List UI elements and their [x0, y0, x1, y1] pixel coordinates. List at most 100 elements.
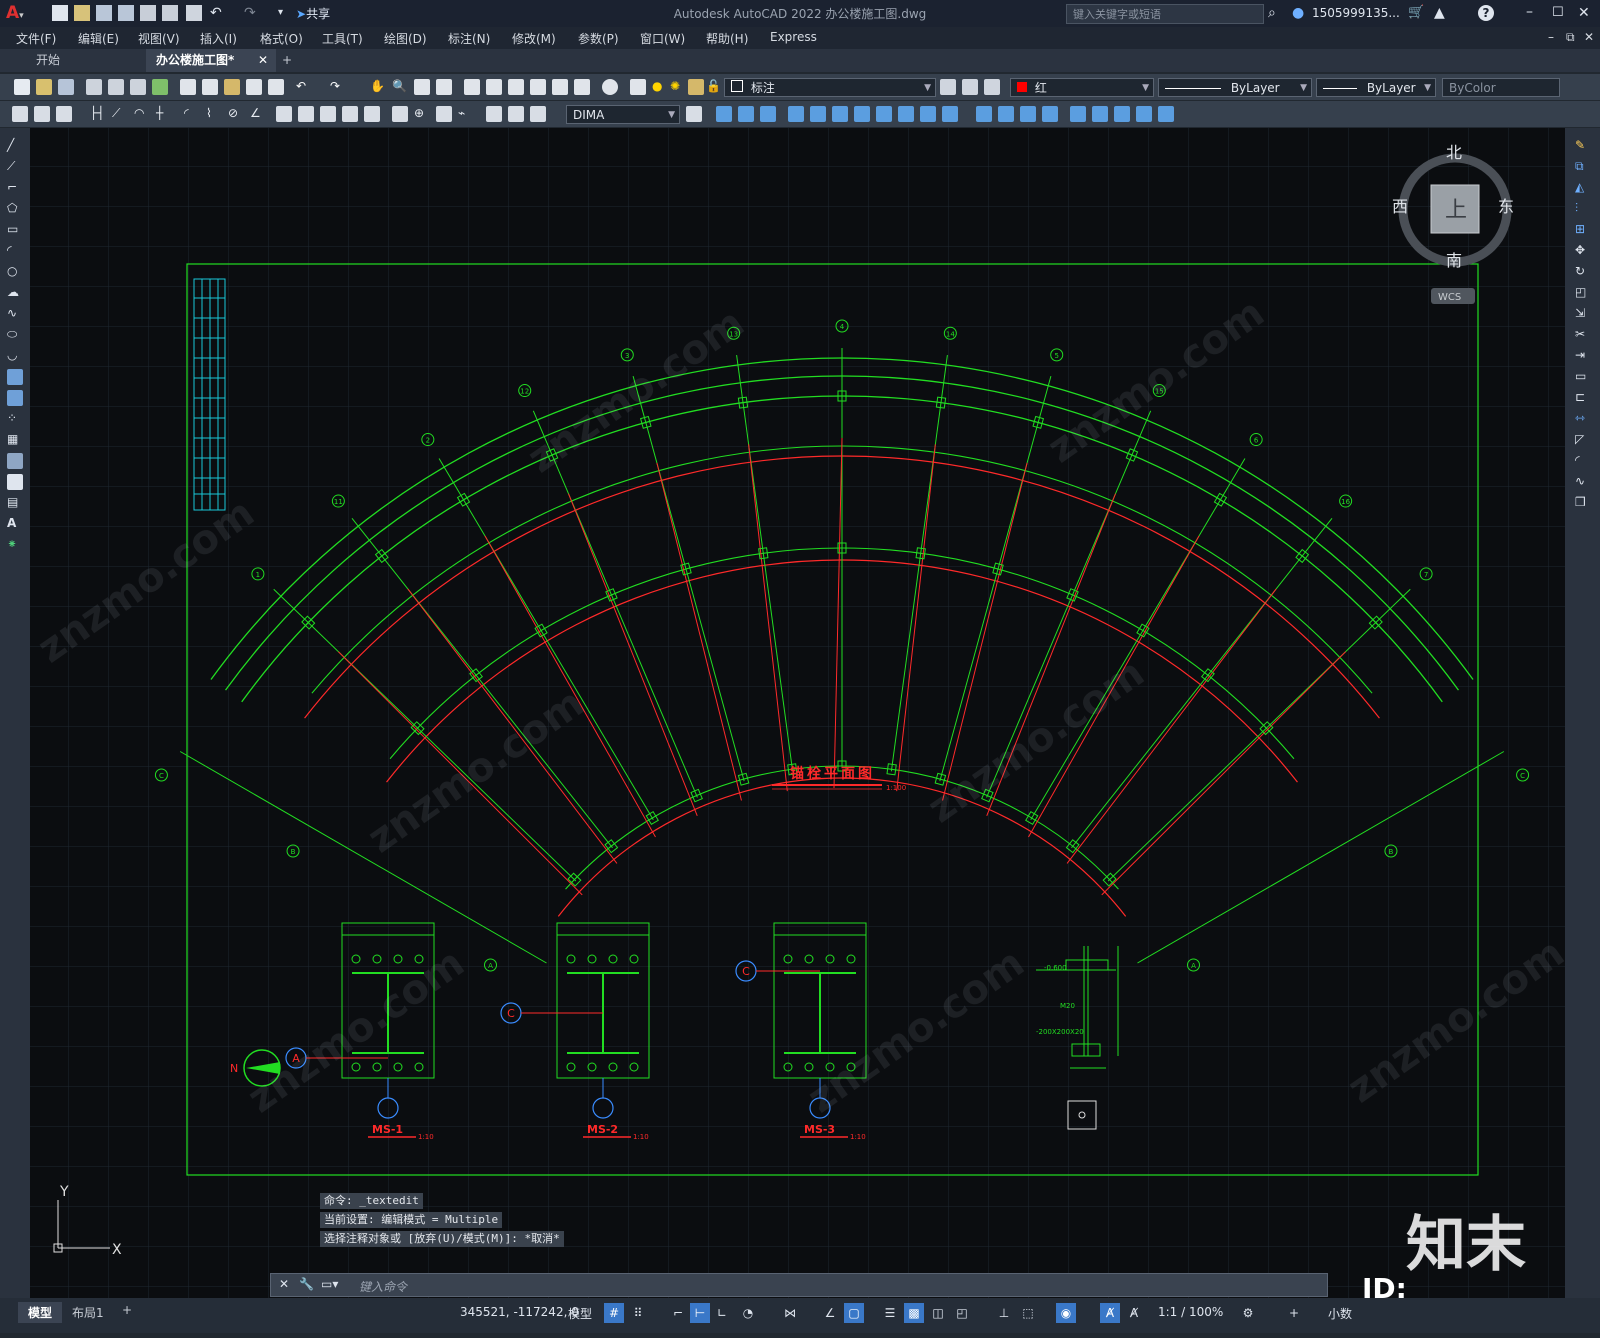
modify-icon-17[interactable] [1092, 106, 1108, 122]
dim-edit-icon[interactable] [486, 106, 502, 122]
modify-icon-2[interactable] [738, 106, 754, 122]
modify-icon-19[interactable] [1136, 106, 1152, 122]
menu-format[interactable]: 格式(O) [260, 30, 303, 47]
rotate-icon[interactable]: ↻ [1575, 264, 1591, 280]
menu-file[interactable]: 文件(F) [16, 30, 56, 47]
dimstyle-combo[interactable]: DIMA ▼ [566, 105, 680, 124]
modify-icon-7[interactable] [854, 106, 870, 122]
open-icon[interactable] [36, 79, 52, 95]
model-space-button[interactable]: 模型 [568, 1305, 592, 1322]
zoom-realtime-icon[interactable]: 🔍 [392, 79, 408, 95]
modify-icon-18[interactable] [1114, 106, 1130, 122]
scale-icon[interactable]: ◰ [1575, 285, 1591, 301]
tab-close-icon[interactable]: ✕ [258, 49, 268, 72]
save-icon[interactable] [58, 79, 74, 95]
menu-window[interactable]: 窗口(W) [640, 30, 685, 47]
publish-icon[interactable] [130, 79, 146, 95]
toolbar2-icon-1[interactable] [12, 106, 28, 122]
annotation-visibility-icon[interactable]: Ⱥ [1100, 1303, 1120, 1323]
undo-icon[interactable]: ↶ [296, 79, 312, 95]
inspect-icon[interactable] [436, 106, 452, 122]
construction-line-icon[interactable]: ⟋ [7, 159, 23, 175]
line-icon[interactable]: ╱ [7, 138, 23, 154]
ellipse-arc-icon[interactable]: ◡ [7, 348, 23, 364]
offset-icon[interactable]: ⫶ [1575, 201, 1591, 217]
maximize-icon[interactable]: ☐ [1552, 5, 1568, 21]
sheet-set-icon[interactable] [530, 79, 546, 95]
modify-icon-4[interactable] [788, 106, 804, 122]
lineweight-combo[interactable]: ByLayer ▼ [1316, 78, 1436, 97]
menu-help[interactable]: 帮助(H) [706, 30, 748, 47]
menu-modify[interactable]: 修改(M) [512, 30, 556, 47]
tab-drawing[interactable]: 办公楼施工图* ✕ [146, 49, 276, 72]
dim-linear-icon[interactable]: ├┤ [90, 106, 106, 122]
selection-filter-icon[interactable]: ⬚ [1018, 1303, 1038, 1323]
polyline-icon[interactable]: ⌐ [7, 180, 23, 196]
user-name[interactable]: 1505999135... [1312, 6, 1400, 20]
add-selected-icon[interactable]: ⁕ [7, 537, 23, 553]
copy-object-icon[interactable]: ⧉ [1575, 159, 1591, 175]
jog-line-icon[interactable]: ⌁ [458, 106, 474, 122]
auto-scale-icon[interactable]: Ⱥ [1124, 1303, 1144, 1323]
plot-icon[interactable] [86, 79, 102, 95]
layer-lock-icon[interactable]: 🔓 [706, 79, 722, 95]
extend-icon[interactable]: ⇥ [1575, 348, 1591, 364]
zoom-window-icon[interactable] [414, 79, 430, 95]
toolbar2-icon-2[interactable] [34, 106, 50, 122]
trim-icon[interactable]: ✂ [1575, 327, 1591, 343]
spline-icon[interactable]: ∿ [7, 306, 23, 322]
autodesk-icon[interactable]: ▲ [1434, 5, 1450, 21]
layer-combo[interactable]: 标注 ▼ [724, 78, 936, 97]
rectangle-icon[interactable]: ▭ [7, 222, 23, 238]
match-prop-icon[interactable] [246, 79, 262, 95]
menu-express[interactable]: Express [770, 30, 817, 44]
gradient-icon[interactable] [7, 453, 23, 469]
lineweight-icon[interactable]: ☰ [880, 1303, 900, 1323]
ucs-dynamic-icon[interactable]: ⊥ [994, 1303, 1014, 1323]
layer-vp-icon[interactable] [688, 79, 704, 95]
dim-baseline-icon[interactable] [298, 106, 314, 122]
insert-block-icon[interactable] [7, 369, 23, 385]
help-icon[interactable] [602, 79, 618, 95]
break-point-icon[interactable]: ▭ [1575, 369, 1591, 385]
selection-cycling-icon[interactable]: ◫ [928, 1303, 948, 1323]
infer-icon[interactable]: ⌐ [668, 1303, 688, 1323]
command-input[interactable]: 键入命令 [359, 1278, 407, 1295]
properties-icon[interactable] [464, 79, 480, 95]
point-icon[interactable]: ⁘ [7, 411, 23, 427]
modify-icon-1[interactable] [716, 106, 732, 122]
layer-previous-icon[interactable] [962, 79, 978, 95]
mtext-icon[interactable]: A [7, 516, 23, 532]
annotation-monitor-icon[interactable]: + [1284, 1303, 1304, 1323]
menu-insert[interactable]: 插入(I) [200, 30, 237, 47]
add-layout-button[interactable]: + [122, 1303, 132, 1317]
modify-icon-14[interactable] [1020, 106, 1036, 122]
3d-dwf-icon[interactable] [152, 79, 168, 95]
polygon-icon[interactable]: ⬠ [7, 201, 23, 217]
ortho-icon[interactable]: ∟ [712, 1303, 732, 1323]
region-icon[interactable] [7, 474, 23, 490]
modify-icon-15[interactable] [1042, 106, 1058, 122]
units-readout[interactable]: 小数 [1328, 1305, 1352, 1322]
explode-icon[interactable]: ❒ [1575, 495, 1591, 511]
search-input[interactable]: 键入关键字或短语 [1073, 6, 1161, 22]
layer-freeze-icon[interactable]: ✺ [670, 79, 686, 95]
snap-toggle-icon[interactable]: ⠿ [628, 1303, 648, 1323]
3d-osnap-icon[interactable]: ◰ [952, 1303, 972, 1323]
dim-update-icon[interactable] [530, 106, 546, 122]
modify-icon-9[interactable] [898, 106, 914, 122]
viewcube-north[interactable]: 北 [1446, 143, 1462, 162]
dim-ordinate-icon[interactable]: ┼ [156, 106, 172, 122]
modify-icon-6[interactable] [832, 106, 848, 122]
revcloud-icon[interactable]: ☁ [7, 285, 23, 301]
redo-icon[interactable]: ↷ [330, 79, 346, 95]
dim-text-edit-icon[interactable] [508, 106, 524, 122]
coordinates-readout[interactable]: 345521, -117242, 0 [460, 1305, 579, 1319]
pan-icon[interactable]: ✋ [370, 79, 386, 95]
help-button[interactable]: ? [1478, 5, 1494, 21]
paste-icon[interactable] [224, 79, 240, 95]
close-doc-icon[interactable]: ✕ [1584, 30, 1594, 44]
erase-icon[interactable]: ✎ [1575, 138, 1591, 154]
dim-radius-icon[interactable]: ◜ [184, 106, 200, 122]
dim-diameter-icon[interactable]: ⊘ [228, 106, 244, 122]
